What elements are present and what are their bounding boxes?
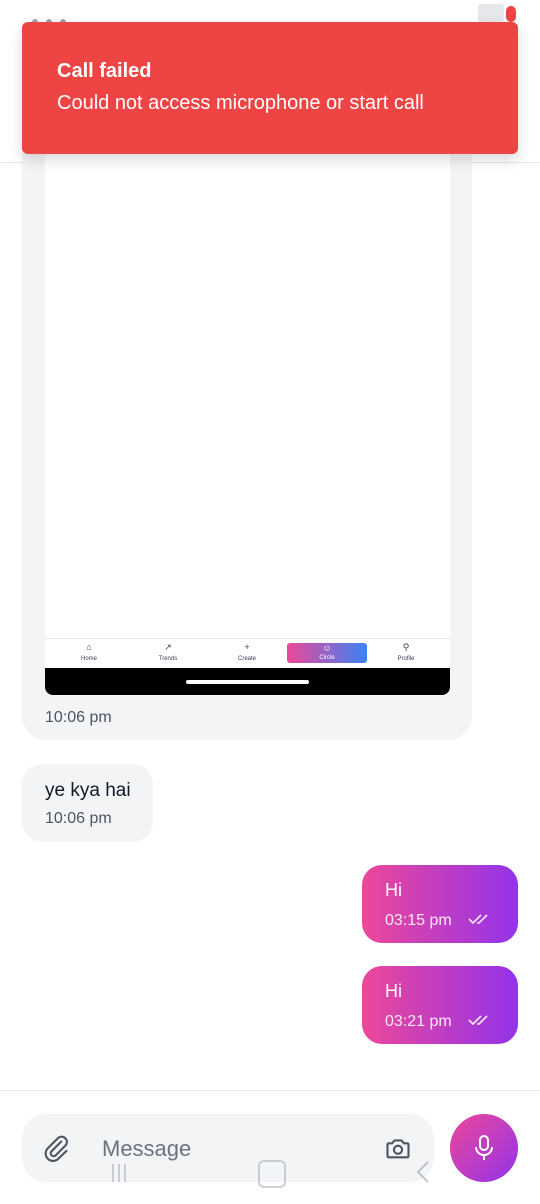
outgoing-message-bubble[interactable]: Hi 03:15 pm bbox=[362, 865, 518, 943]
message-text: Hi bbox=[385, 880, 402, 900]
embedded-home-bar bbox=[45, 668, 450, 695]
embedded-nav-trends: ↗ Trends bbox=[128, 642, 208, 668]
message-time: 03:15 pm bbox=[385, 912, 452, 929]
message-text: Hi bbox=[385, 981, 402, 1001]
embedded-nav-label: Create bbox=[237, 656, 256, 662]
embedded-nav-label: Circle bbox=[319, 655, 335, 661]
toast-message: Could not access microphone or start cal… bbox=[57, 92, 424, 114]
composer-divider bbox=[0, 1090, 540, 1091]
outgoing-message-bubble[interactable]: Hi 03:21 pm bbox=[362, 966, 518, 1044]
embedded-nav-label: Trends bbox=[158, 656, 178, 662]
camera-icon[interactable] bbox=[384, 1134, 412, 1162]
home-indicator bbox=[186, 680, 309, 684]
message-input[interactable] bbox=[100, 1128, 374, 1170]
battery-icon bbox=[478, 4, 504, 22]
image-attachment[interactable]: ⌂ Home ↗ Trends + Create ☺ Circle ⚲ Prof… bbox=[45, 120, 450, 695]
embedded-nav-create: + Create bbox=[207, 642, 287, 668]
paperclip-icon[interactable] bbox=[42, 1134, 70, 1162]
error-toast[interactable]: Call failed Could not access microphone … bbox=[22, 22, 518, 154]
mic-button[interactable] bbox=[450, 1114, 518, 1182]
recording-indicator bbox=[506, 6, 516, 22]
message-text: ye kya hai bbox=[45, 780, 131, 801]
embedded-nav-label: Profile bbox=[397, 656, 415, 662]
embedded-nav-profile: ⚲ Profile bbox=[366, 642, 446, 668]
image-message-bubble[interactable]: ⌂ Home ↗ Trends + Create ☺ Circle ⚲ Prof… bbox=[22, 120, 472, 740]
message-time: 10:06 pm bbox=[45, 810, 112, 827]
mic-icon bbox=[475, 1135, 493, 1160]
embedded-nav-home: ⌂ Home bbox=[49, 642, 129, 668]
status-icons-left bbox=[32, 12, 102, 25]
double-check-icon bbox=[468, 1015, 488, 1026]
message-composer bbox=[22, 1114, 434, 1182]
embedded-nav-circle: ☺ Circle bbox=[287, 643, 367, 663]
home-icon: ⌂ bbox=[86, 642, 92, 652]
users-icon: ☺ bbox=[322, 643, 332, 653]
plus-icon: + bbox=[244, 642, 250, 652]
double-check-icon bbox=[468, 914, 488, 925]
profile-icon: ⚲ bbox=[402, 642, 410, 652]
embedded-bottom-nav: ⌂ Home ↗ Trends + Create ☺ Circle ⚲ Prof… bbox=[45, 638, 450, 669]
message-time: 03:21 pm bbox=[385, 1013, 452, 1030]
trend-icon: ↗ bbox=[164, 642, 172, 652]
embedded-nav-label: Home bbox=[80, 656, 97, 662]
message-time: 10:06 pm bbox=[45, 709, 112, 726]
incoming-message-bubble[interactable]: ye kya hai 10:06 pm bbox=[22, 764, 153, 842]
toast-title: Call failed bbox=[57, 60, 152, 82]
